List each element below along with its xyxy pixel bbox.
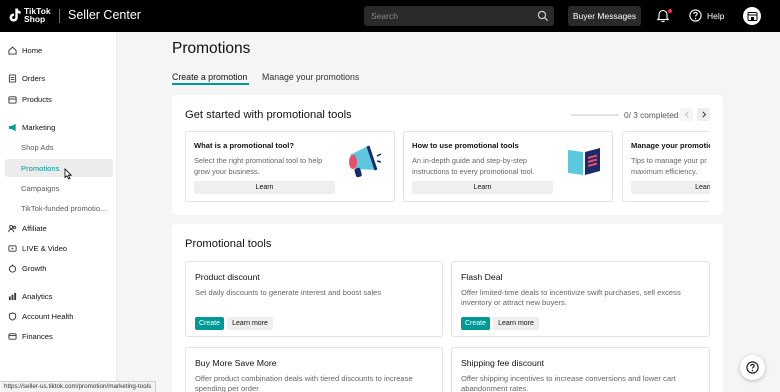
guide-card-title: Manage your promotio bbox=[631, 141, 710, 150]
tool-title: Buy More Save More bbox=[195, 358, 277, 368]
tool-title: Flash Deal bbox=[461, 272, 503, 282]
tab-create-promotion[interactable]: Create a promotion bbox=[172, 72, 247, 82]
logo-divider bbox=[59, 9, 60, 23]
promotional-tools-title: Promotional tools bbox=[185, 238, 272, 250]
get-started-progress-bar bbox=[571, 114, 619, 116]
tool-buy-more-save-more: Buy More Save More Offer product combina… bbox=[185, 347, 443, 392]
get-started-progress-text: 0/ 3 completed bbox=[624, 110, 679, 120]
sidebar-item-promotions[interactable]: Promotions bbox=[5, 159, 113, 177]
sidebar: Home Orders Products Marketing Shop Ads … bbox=[0, 32, 117, 392]
sidebar-item-marketing[interactable]: Marketing bbox=[5, 118, 113, 136]
tool-shipping-fee-discount: Shipping fee discount Offer shipping inc… bbox=[451, 347, 710, 392]
guide-card-how-to-use: How to use promotional tools An in-depth… bbox=[403, 131, 613, 202]
sidebar-item-shop-ads[interactable]: Shop Ads bbox=[5, 138, 113, 156]
get-started-title: Get started with promotional tools bbox=[185, 109, 352, 121]
storefront-icon bbox=[747, 11, 757, 21]
marketing-icon bbox=[8, 123, 16, 131]
help-icon[interactable] bbox=[689, 9, 702, 22]
shop-avatar-icon[interactable] bbox=[743, 7, 761, 25]
tool-description: Set daily discounts to generate interest… bbox=[195, 288, 382, 297]
sidebar-item-growth[interactable]: Growth bbox=[5, 259, 113, 277]
sidebar-item-orders[interactable]: Orders bbox=[5, 69, 113, 87]
live-video-icon bbox=[8, 244, 17, 252]
guide-card-description: Select the right promotional tool to hel… bbox=[194, 156, 323, 176]
notification-dot bbox=[667, 8, 673, 14]
orders-icon bbox=[8, 73, 17, 83]
search-input[interactable] bbox=[364, 6, 534, 26]
tool-product-discount: Product discount Set daily discounts to … bbox=[185, 261, 443, 337]
learn-button[interactable]: Learn bbox=[412, 181, 553, 194]
sidebar-item-affiliate[interactable]: Affiliate bbox=[5, 219, 113, 237]
home-icon bbox=[8, 46, 17, 55]
guide-card-title: What is a promotional tool? bbox=[194, 141, 294, 150]
guide-card-description: Tips to manage your pr maximum efficienc… bbox=[631, 156, 707, 176]
account-health-icon bbox=[8, 311, 17, 321]
growth-icon bbox=[8, 264, 17, 273]
buyer-messages-button[interactable]: Buyer Messages bbox=[568, 6, 641, 26]
finances-icon bbox=[8, 332, 17, 340]
sidebar-item-home[interactable]: Home bbox=[5, 41, 113, 59]
affiliate-icon bbox=[8, 224, 17, 232]
book-illustration bbox=[568, 148, 600, 175]
create-button[interactable]: Create bbox=[461, 317, 490, 330]
tool-description: Offer shipping incentives to increase co… bbox=[461, 374, 676, 392]
tool-flash-deal: Flash Deal Offer limited-time deals to i… bbox=[451, 261, 710, 337]
page-title: Promotions bbox=[172, 40, 251, 57]
sidebar-item-campaigns[interactable]: Campaigns bbox=[5, 179, 113, 197]
tiktok-shop-logo[interactable]: TikTok Shop bbox=[8, 7, 51, 23]
megaphone-illustration bbox=[349, 145, 382, 178]
learn-more-button[interactable]: Learn more bbox=[227, 317, 273, 330]
guide-card-manage-promotions: Manage your promotio Tips to manage your… bbox=[622, 131, 710, 202]
tool-title: Product discount bbox=[195, 272, 260, 282]
carousel-prev-button[interactable] bbox=[680, 108, 693, 121]
sidebar-item-tiktok-funded-promotions[interactable]: TikTok-funded promotio... bbox=[5, 199, 113, 217]
tool-description: Offer limited-time deals to incentivize … bbox=[461, 288, 681, 308]
sidebar-item-live-video[interactable]: LIVE & Video bbox=[5, 239, 113, 257]
tiktok-logo-icon bbox=[9, 8, 21, 22]
carousel-next-button[interactable] bbox=[697, 108, 710, 121]
learn-button[interactable]: Learn bbox=[194, 181, 335, 194]
sidebar-item-analytics[interactable]: Analytics bbox=[5, 287, 113, 305]
help-icon bbox=[746, 361, 759, 374]
tool-title: Shipping fee discount bbox=[461, 358, 545, 368]
mouse-cursor-icon bbox=[64, 168, 73, 180]
active-tab-indicator bbox=[172, 83, 249, 85]
brand-title: Seller Center bbox=[68, 8, 141, 22]
learn-button[interactable]: Learn bbox=[631, 181, 710, 194]
search-box[interactable] bbox=[364, 6, 554, 26]
logo-wordmark: TikTok Shop bbox=[24, 6, 51, 24]
help-label[interactable]: Help bbox=[707, 11, 724, 21]
guide-card-what-is-tool: What is a promotional tool? Select the r… bbox=[185, 131, 395, 202]
sidebar-item-finances[interactable]: Finances bbox=[5, 327, 113, 345]
chevron-left-icon bbox=[684, 111, 689, 118]
guide-card-description: An in-depth guide and step-by-step instr… bbox=[412, 156, 535, 176]
sidebar-item-products[interactable]: Products bbox=[5, 90, 113, 108]
tool-description: Offer product combination deals with tie… bbox=[195, 374, 413, 392]
analytics-icon bbox=[8, 292, 17, 300]
tab-manage-promotions[interactable]: Manage your promotions bbox=[262, 72, 359, 82]
guide-card-title: How to use promotional tools bbox=[412, 141, 519, 150]
learn-more-button[interactable]: Learn more bbox=[493, 317, 539, 330]
status-url-bar: https://seller-us.tiktok.com/promotion/m… bbox=[0, 381, 157, 392]
create-button[interactable]: Create bbox=[195, 317, 224, 330]
chevron-right-icon bbox=[701, 111, 706, 118]
top-bar: TikTok Shop Seller Center Buyer Messages… bbox=[0, 0, 780, 32]
search-icon[interactable] bbox=[537, 10, 549, 22]
floating-help-button[interactable] bbox=[740, 355, 765, 380]
sidebar-item-account-health[interactable]: Account Health bbox=[5, 307, 113, 325]
products-icon bbox=[8, 95, 17, 104]
